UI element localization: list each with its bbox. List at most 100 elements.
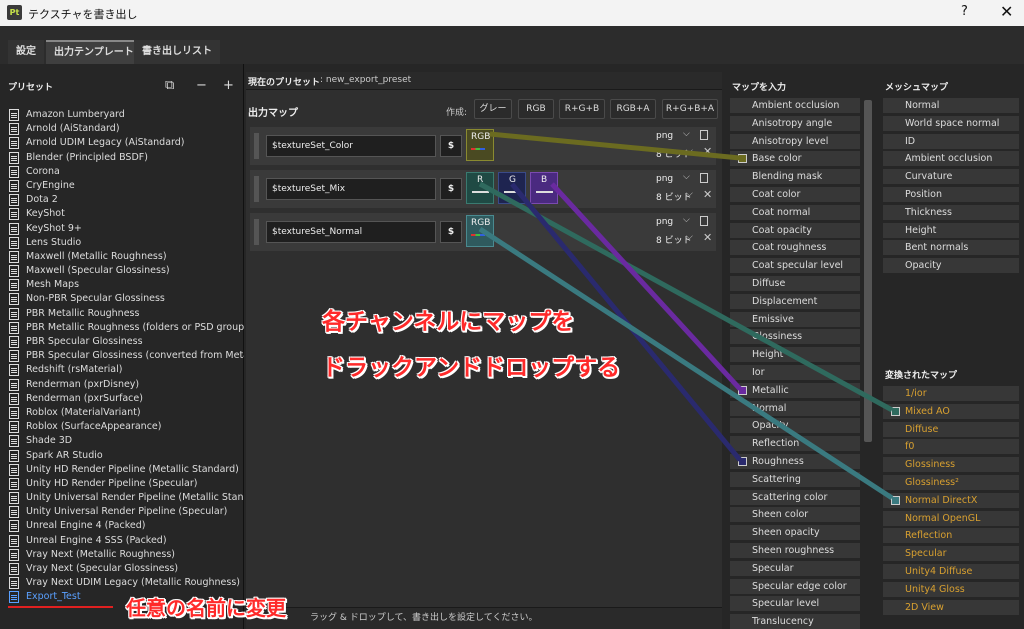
converted-map-item[interactable]: f0: [883, 439, 1019, 455]
mesh-map-item[interactable]: Bent normals: [883, 240, 1019, 256]
converted-map-item[interactable]: Normal OpenGL: [883, 510, 1019, 526]
input-map-item[interactable]: Roughness: [730, 454, 860, 469]
preset-item[interactable]: Roblox (MaterialVariant): [0, 406, 244, 420]
preset-item[interactable]: Dota 2: [0, 193, 244, 207]
copy-icon[interactable]: [700, 216, 708, 226]
input-map-item[interactable]: Specular edge color: [730, 578, 860, 594]
copy-preset-icon[interactable]: ⧉: [165, 78, 174, 93]
preset-item[interactable]: PBR Metallic Roughness (folders or PSD g…: [0, 321, 244, 335]
preset-item[interactable]: Mesh Maps: [0, 278, 244, 292]
channel-rgb-slot[interactable]: RGB: [466, 215, 494, 247]
map-name-field[interactable]: $textureSet_Mix: [266, 178, 436, 200]
input-map-item[interactable]: Specular: [730, 560, 860, 576]
preset-item[interactable]: Unity HD Render Pipeline (Metallic Stand…: [0, 463, 244, 477]
format-select[interactable]: png: [656, 217, 673, 227]
preset-item[interactable]: Spark AR Studio: [0, 449, 244, 463]
format-select[interactable]: png: [656, 174, 673, 184]
preset-item[interactable]: Non-PBR Specular Glossiness: [0, 292, 244, 306]
input-map-item[interactable]: Anisotropy level: [730, 133, 860, 149]
input-map-item[interactable]: Coat roughness: [730, 240, 860, 256]
drag-handle[interactable]: [254, 133, 259, 159]
close-button[interactable]: ✕: [1000, 2, 1013, 21]
channel-rgb-slot[interactable]: RGB: [466, 129, 494, 161]
copy-icon[interactable]: [700, 130, 708, 140]
input-map-item[interactable]: Normal: [730, 400, 860, 416]
preset-item[interactable]: Renderman (pxrSurface): [0, 392, 244, 406]
variable-button[interactable]: $: [440, 135, 462, 157]
mode-r-g-b-button[interactable]: R+G+B: [559, 99, 605, 119]
preset-item[interactable]: Roblox (SurfaceAppearance): [0, 420, 244, 434]
preset-item[interactable]: Lens Studio: [0, 236, 244, 250]
preset-item[interactable]: Unreal Engine 4 SSS (Packed): [0, 534, 244, 548]
variable-button[interactable]: $: [440, 221, 462, 243]
mesh-map-item[interactable]: Opacity: [883, 258, 1019, 274]
chevron-down-icon[interactable]: ⌵: [683, 172, 690, 182]
variable-button[interactable]: $: [440, 178, 462, 200]
preset-item[interactable]: Maxwell (Specular Glossiness): [0, 264, 244, 278]
input-map-item[interactable]: Scattering: [730, 471, 860, 487]
converted-map-item[interactable]: Glossiness²: [883, 475, 1019, 490]
mesh-map-item[interactable]: Ambient occlusion: [883, 151, 1019, 167]
preset-item[interactable]: Arnold (AiStandard): [0, 122, 244, 136]
input-map-item[interactable]: Scattering color: [730, 489, 860, 505]
converted-map-item[interactable]: 1/ior: [883, 386, 1019, 401]
mesh-map-item[interactable]: ID: [883, 133, 1019, 149]
input-map-item[interactable]: Ior: [730, 365, 860, 380]
preset-item[interactable]: Corona: [0, 165, 244, 179]
chevron-down-icon[interactable]: ⌵: [686, 232, 693, 242]
remove-preset-icon[interactable]: −: [196, 78, 207, 93]
preset-item[interactable]: Unreal Engine 4 (Packed): [0, 519, 244, 533]
preset-item[interactable]: CryEngine: [0, 179, 244, 193]
close-icon[interactable]: ✕: [703, 231, 712, 244]
close-icon[interactable]: ✕: [703, 188, 712, 201]
map-name-field[interactable]: $textureSet_Color: [266, 135, 436, 157]
converted-map-item[interactable]: Glossiness: [883, 457, 1019, 473]
converted-map-item[interactable]: Unity4 Diffuse: [883, 564, 1019, 579]
converted-map-item[interactable]: Specular: [883, 546, 1019, 562]
preset-item[interactable]: Renderman (pxrDisney): [0, 378, 244, 392]
mode-rgb-button[interactable]: RGB: [518, 99, 554, 119]
channel-g-slot[interactable]: G: [498, 172, 526, 204]
mode-gray-button[interactable]: グレー: [474, 99, 512, 119]
drag-handle[interactable]: [254, 219, 259, 245]
help-button[interactable]: ?: [961, 4, 968, 19]
input-map-item[interactable]: Translucency: [730, 614, 860, 629]
input-map-item[interactable]: Displacement: [730, 293, 860, 309]
preset-item[interactable]: Maxwell (Metallic Roughness): [0, 250, 244, 264]
preset-item[interactable]: Vray Next (Specular Glossiness): [0, 562, 244, 576]
converted-map-item[interactable]: 2D View: [883, 599, 1019, 615]
input-map-item[interactable]: Base color: [730, 151, 860, 167]
preset-item[interactable]: Unity HD Render Pipeline (Specular): [0, 477, 244, 491]
input-map-item[interactable]: Sheen roughness: [730, 543, 860, 558]
preset-item[interactable]: Arnold UDIM Legacy (AiStandard): [0, 136, 244, 150]
preset-item[interactable]: KeyShot: [0, 207, 244, 221]
tab-output-template[interactable]: 出力テンプレート: [46, 40, 142, 64]
mesh-map-item[interactable]: Thickness: [883, 204, 1019, 220]
input-map-item[interactable]: Diffuse: [730, 276, 860, 291]
tab-settings[interactable]: 設定: [8, 40, 44, 64]
input-map-item[interactable]: Sheen color: [730, 507, 860, 523]
converted-map-item[interactable]: Mixed AO: [883, 403, 1019, 419]
preset-item[interactable]: PBR Specular Glossiness (converted from …: [0, 349, 244, 363]
chevron-down-icon[interactable]: ⌵: [686, 189, 693, 199]
channel-r-slot[interactable]: R: [466, 172, 494, 204]
input-map-item[interactable]: Coat opacity: [730, 222, 860, 238]
chevron-down-icon[interactable]: ⌵: [686, 146, 693, 156]
tab-export-list[interactable]: 書き出しリスト: [134, 40, 220, 64]
converted-map-item[interactable]: Normal DirectX: [883, 492, 1019, 508]
preset-item[interactable]: KeyShot 9+: [0, 222, 244, 236]
input-map-item[interactable]: Opacity: [730, 418, 860, 434]
input-map-item[interactable]: Height: [730, 347, 860, 363]
input-map-item[interactable]: Glossiness: [730, 329, 860, 345]
mesh-map-item[interactable]: Curvature: [883, 169, 1019, 185]
drag-handle[interactable]: [254, 176, 259, 202]
input-map-item[interactable]: Ambient occlusion: [730, 98, 860, 113]
input-map-item[interactable]: Coat normal: [730, 204, 860, 220]
mesh-map-item[interactable]: Position: [883, 187, 1019, 202]
mesh-map-item[interactable]: Height: [883, 222, 1019, 238]
preset-item[interactable]: Vray Next UDIM Legacy (Metallic Roughnes…: [0, 576, 244, 590]
mode-r-g-b-a-button[interactable]: R+G+B+A: [662, 99, 718, 119]
chevron-down-icon[interactable]: ⌵: [683, 129, 690, 139]
mode-rgba-button[interactable]: RGB+A: [610, 99, 656, 119]
map-name-field[interactable]: $textureSet_Normal: [266, 221, 436, 243]
